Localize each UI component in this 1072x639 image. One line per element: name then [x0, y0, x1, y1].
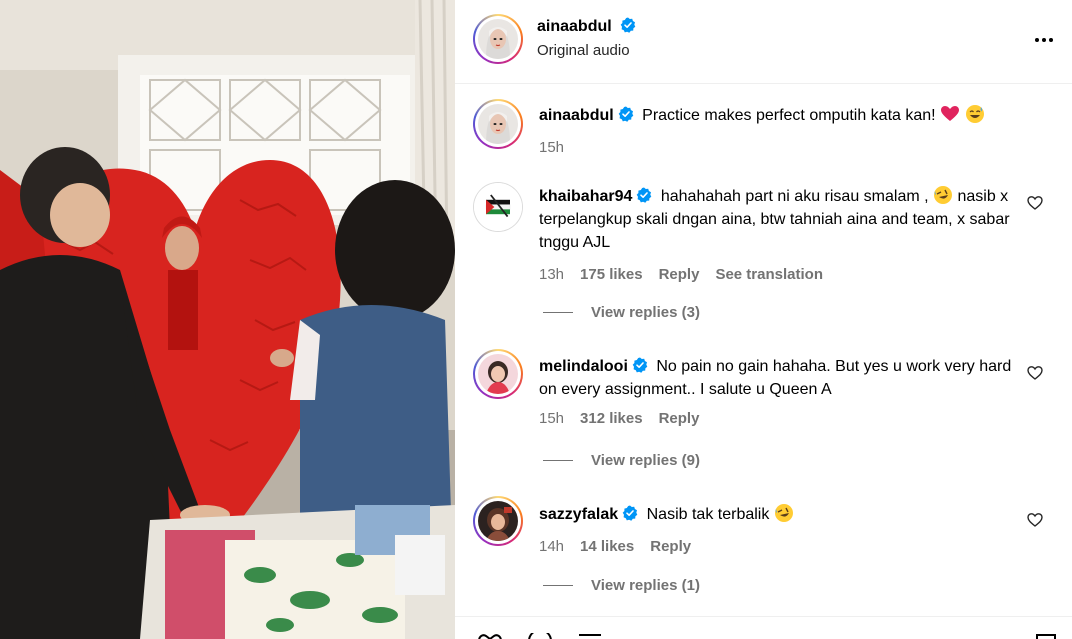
view-replies-label: View replies (3) — [591, 304, 700, 321]
author-avatar[interactable] — [473, 14, 523, 64]
flag-avatar-icon — [474, 183, 522, 231]
red-heart-emoji-icon — [941, 106, 960, 121]
caption-avatar[interactable] — [473, 99, 523, 149]
comment-avatar[interactable] — [473, 182, 523, 232]
verified-badge-icon — [622, 505, 638, 521]
comment-text-part1: hahahahah part ni aku risau smalam , — [660, 188, 929, 205]
comment-text: Nasib tak terbalik — [646, 506, 770, 523]
view-replies-button[interactable]: View replies (9) — [543, 452, 700, 469]
caption-time: 15h — [539, 139, 565, 156]
comment-likes[interactable]: 175 likes — [580, 266, 643, 283]
rofl-emoji-icon — [934, 186, 953, 204]
comment-username[interactable]: sazzyfalak — [539, 506, 618, 523]
view-replies-label: View replies (9) — [591, 452, 700, 469]
comment-icon[interactable] — [527, 633, 553, 639]
verified-badge-icon — [620, 17, 636, 33]
caption-username[interactable]: ainaabdul — [539, 107, 614, 124]
see-translation-link[interactable]: See translation — [715, 266, 823, 283]
caption-text: Practice makes perfect omputih kata kan! — [642, 107, 936, 124]
avatar-portrait-icon — [478, 104, 518, 144]
avatar-portrait-icon — [478, 19, 518, 59]
comment-time: 13h — [539, 266, 565, 283]
heart-outline-icon[interactable] — [1027, 365, 1043, 381]
comment-avatar[interactable] — [473, 496, 523, 546]
avatar-portrait-icon — [478, 354, 518, 394]
post-detail-panel: ainaabdul Original audio ainaabdul Pract… — [455, 0, 1072, 639]
verified-badge-icon — [637, 187, 652, 203]
comment-username[interactable]: khaibahar94 — [539, 188, 632, 205]
avatar-portrait-icon — [478, 501, 518, 541]
author-username[interactable]: ainaabdul — [537, 18, 612, 35]
save-icon[interactable] — [1035, 633, 1057, 639]
like-icon[interactable] — [477, 633, 503, 639]
verified-badge-icon — [618, 106, 633, 122]
comment-time: 14h — [539, 538, 565, 555]
post-photo — [0, 0, 455, 639]
post-action-bar — [455, 616, 1072, 639]
view-replies-button[interactable]: View replies (1) — [543, 577, 700, 594]
reply-button[interactable]: Reply — [659, 266, 700, 283]
reply-button[interactable]: Reply — [650, 538, 691, 555]
comment-likes[interactable]: 312 likes — [580, 410, 643, 427]
post-header: ainaabdul Original audio — [455, 0, 1072, 84]
view-replies-label: View replies (1) — [591, 577, 700, 594]
comment-likes[interactable]: 14 likes — [580, 538, 634, 555]
comment-username[interactable]: melindalooi — [539, 358, 628, 375]
reply-button[interactable]: Reply — [659, 410, 700, 427]
verified-badge-icon — [632, 357, 648, 373]
heart-outline-icon[interactable] — [1027, 512, 1043, 528]
post-media-image[interactable] — [0, 0, 455, 639]
rofl-emoji-icon — [774, 504, 793, 522]
heart-outline-icon[interactable] — [1027, 195, 1043, 211]
more-options-icon[interactable] — [1032, 28, 1056, 52]
share-icon[interactable] — [577, 633, 603, 639]
audio-label[interactable]: Original audio — [537, 42, 636, 59]
sweat-smile-emoji-icon — [965, 105, 984, 123]
comment-avatar[interactable] — [473, 349, 523, 399]
comment-time: 15h — [539, 410, 565, 427]
view-replies-button[interactable]: View replies (3) — [543, 304, 700, 321]
